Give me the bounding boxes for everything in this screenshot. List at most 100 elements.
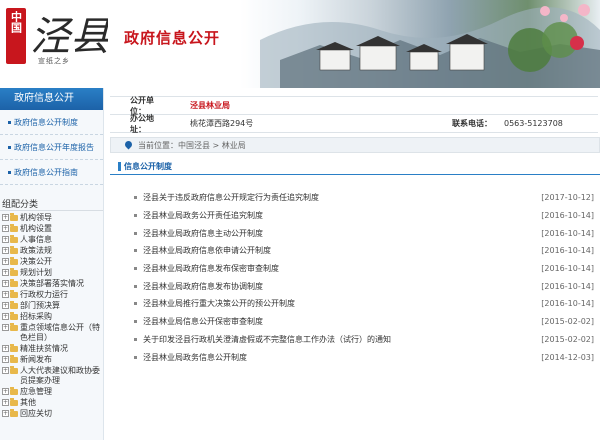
blossom-decoration xyxy=(578,4,590,16)
document-title-link[interactable]: 泾县林业局政务信息公开制度 xyxy=(143,352,536,363)
unit-info-table: 公开单位： 泾县林业局 办公地址： 桃花潭西路294号 联系电话： 0563-5… xyxy=(110,96,598,134)
expand-toggle-icon[interactable]: + xyxy=(2,236,9,243)
bullet-icon xyxy=(8,120,11,124)
category-item[interactable]: + 机构领导 xyxy=(2,213,103,223)
expand-toggle-icon[interactable]: + xyxy=(2,399,9,406)
category-item[interactable]: + 招标采购 xyxy=(2,312,103,322)
list-item[interactable]: 泾县林业局政务公开责任追究制度 [2016-10-14] xyxy=(110,207,598,225)
sidebar-link-annual-report[interactable]: 政府信息公开年度报告 xyxy=(0,135,103,160)
document-title-link[interactable]: 泾县林业局信息公开保密审查制度 xyxy=(143,316,536,327)
sidebar-link-disclosure-system[interactable]: 政府信息公开制度 xyxy=(0,110,103,135)
expand-toggle-icon[interactable]: + xyxy=(2,302,9,309)
bullet-icon xyxy=(134,267,137,271)
info-row-unit: 公开单位： 泾县林业局 xyxy=(110,96,598,116)
category-item[interactable]: + 行政权力运行 xyxy=(2,290,103,300)
sidebar-link-label: 政府信息公开年度报告 xyxy=(14,142,94,152)
category-item[interactable]: + 机构设置 xyxy=(2,224,103,234)
list-item[interactable]: 关于印发泾县行政机关澄清虚假或不完整信息工作办法（试行）的通知 [2015-02-… xyxy=(110,331,598,349)
expand-toggle-icon[interactable]: + xyxy=(2,225,9,232)
category-label: 新闻发布 xyxy=(20,355,52,364)
expand-toggle-icon[interactable]: + xyxy=(2,269,9,276)
expand-toggle-icon[interactable]: + xyxy=(2,345,9,352)
expand-toggle-icon[interactable]: + xyxy=(2,280,9,287)
expand-toggle-icon[interactable]: + xyxy=(2,356,9,363)
bullet-icon xyxy=(134,196,137,200)
address-label: 办公地址： xyxy=(130,113,154,134)
folder-icon xyxy=(10,355,18,363)
category-item[interactable]: + 重点领域信息公开（特色栏目） xyxy=(2,323,103,343)
category-label: 部门预决算 xyxy=(20,301,60,310)
category-item[interactable]: + 决策公开 xyxy=(2,257,103,267)
category-item[interactable]: + 其他 xyxy=(2,398,103,408)
expand-toggle-icon[interactable]: + xyxy=(2,410,9,417)
document-date: [2015-02-02] xyxy=(541,317,594,327)
document-date: [2016-10-14] xyxy=(541,211,594,221)
document-title-link[interactable]: 关于印发泾县行政机关澄清虚假或不完整信息工作办法（试行）的通知 xyxy=(143,334,536,345)
logo-calligraphy-text: 泾县 xyxy=(30,14,108,60)
document-title-link[interactable]: 泾县林业局政府信息发布协调制度 xyxy=(143,281,536,292)
category-tree: + 机构领导 + 机构设置 + 人事信息 + 政策法规 + 决策公开 + 规划计划 + 决策部署落实情况 +… xyxy=(0,213,103,419)
breadcrumb-current-link[interactable]: 林业局 xyxy=(222,140,246,151)
breadcrumb-separator: > xyxy=(210,140,222,150)
list-item[interactable]: 泾县关于违反政府信息公开规定行为责任追究制度 [2017-10-12] xyxy=(110,189,598,207)
breadcrumb-home-link[interactable]: 中国泾县 xyxy=(178,140,210,151)
document-date: [2014-12-03] xyxy=(541,352,594,362)
list-item[interactable]: 泾县林业局政务信息公开制度 [2014-12-03] xyxy=(110,348,598,366)
list-item[interactable]: 泾县林业局推行重大决策公开的预公开制度 [2016-10-14] xyxy=(110,295,598,313)
category-label: 规划计划 xyxy=(20,268,52,277)
banner-title: 政府信息公开 xyxy=(124,29,221,47)
category-label: 机构领导 xyxy=(20,213,52,222)
category-item[interactable]: + 新闻发布 xyxy=(2,355,103,365)
document-date: [2016-10-14] xyxy=(541,299,594,309)
category-item[interactable]: + 决策部署落实情况 xyxy=(2,279,103,289)
category-label: 其他 xyxy=(20,398,36,407)
location-pin-icon xyxy=(125,141,132,150)
sidebar-link-label: 政府信息公开指南 xyxy=(14,167,78,177)
category-item[interactable]: + 应急管理 xyxy=(2,387,103,397)
category-label: 应急管理 xyxy=(20,387,52,396)
breadcrumb: 当前位置： 中国泾县 > 林业局 xyxy=(110,137,600,153)
expand-toggle-icon[interactable]: + xyxy=(2,291,9,298)
list-item[interactable]: 泾县林业局信息公开保密审查制度 [2015-02-02] xyxy=(110,313,598,331)
expand-toggle-icon[interactable]: + xyxy=(2,247,9,254)
folder-icon xyxy=(10,268,18,276)
category-label: 人事信息 xyxy=(20,235,52,244)
list-item[interactable]: 泾县林业局政府信息主动公开制度 [2016-10-14] xyxy=(110,224,598,242)
document-title-link[interactable]: 泾县林业局政府信息主动公开制度 xyxy=(143,228,536,239)
document-title-link[interactable]: 泾县林业局推行重大决策公开的预公开制度 xyxy=(143,298,536,309)
list-item[interactable]: 泾县林业局政府信息依申请公开制度 [2016-10-14] xyxy=(110,242,598,260)
category-item[interactable]: + 部门预决算 xyxy=(2,301,103,311)
category-title: 组配分类 xyxy=(0,197,103,211)
document-date: [2015-02-02] xyxy=(541,334,594,344)
document-title-link[interactable]: 泾县关于违反政府信息公开规定行为责任追究制度 xyxy=(143,192,536,203)
logo-seal: 中国 xyxy=(6,8,26,64)
address-value: 桃花潭西路294号 xyxy=(190,119,254,128)
expand-toggle-icon[interactable]: + xyxy=(2,367,9,374)
category-item[interactable]: + 精准扶贫情况 xyxy=(2,344,103,354)
sidebar-header: 政府信息公开 xyxy=(0,88,103,110)
category-item[interactable]: + 规划计划 xyxy=(2,268,103,278)
bullet-icon xyxy=(134,249,137,253)
bullet-icon xyxy=(134,284,137,288)
category-item[interactable]: + 回应关切 xyxy=(2,409,103,419)
list-item[interactable]: 泾县林业局政府信息发布协调制度 [2016-10-14] xyxy=(110,277,598,295)
expand-toggle-icon[interactable]: + xyxy=(2,388,9,395)
category-label: 行政权力运行 xyxy=(20,290,68,299)
category-item[interactable]: + 政策法规 xyxy=(2,246,103,256)
sidebar-link-guide[interactable]: 政府信息公开指南 xyxy=(0,160,103,185)
expand-toggle-icon[interactable]: + xyxy=(2,324,9,331)
document-title-link[interactable]: 泾县林业局政府信息发布保密审查制度 xyxy=(143,263,536,274)
category-item[interactable]: + 人事信息 xyxy=(2,235,103,245)
document-list: 泾县关于违反政府信息公开规定行为责任追究制度 [2017-10-12] 泾县林业局政… xyxy=(110,189,598,366)
document-title-link[interactable]: 泾县林业局政务公开责任追究制度 xyxy=(143,210,536,221)
category-label: 重点领域信息公开（特色栏目） xyxy=(20,323,100,342)
list-item[interactable]: 泾县林业局政府信息发布保密审查制度 [2016-10-14] xyxy=(110,260,598,278)
folder-icon xyxy=(10,279,18,287)
expand-toggle-icon[interactable]: + xyxy=(2,258,9,265)
category-label: 精准扶贫情况 xyxy=(20,344,68,353)
info-row-address: 办公地址： 桃花潭西路294号 联系电话： 0563-5123708 xyxy=(110,113,598,134)
expand-toggle-icon[interactable]: + xyxy=(2,313,9,320)
document-title-link[interactable]: 泾县林业局政府信息依申请公开制度 xyxy=(143,245,536,256)
category-item[interactable]: + 人大代表建议和政协委员提案办理 xyxy=(2,366,103,386)
expand-toggle-icon[interactable]: + xyxy=(2,214,9,221)
